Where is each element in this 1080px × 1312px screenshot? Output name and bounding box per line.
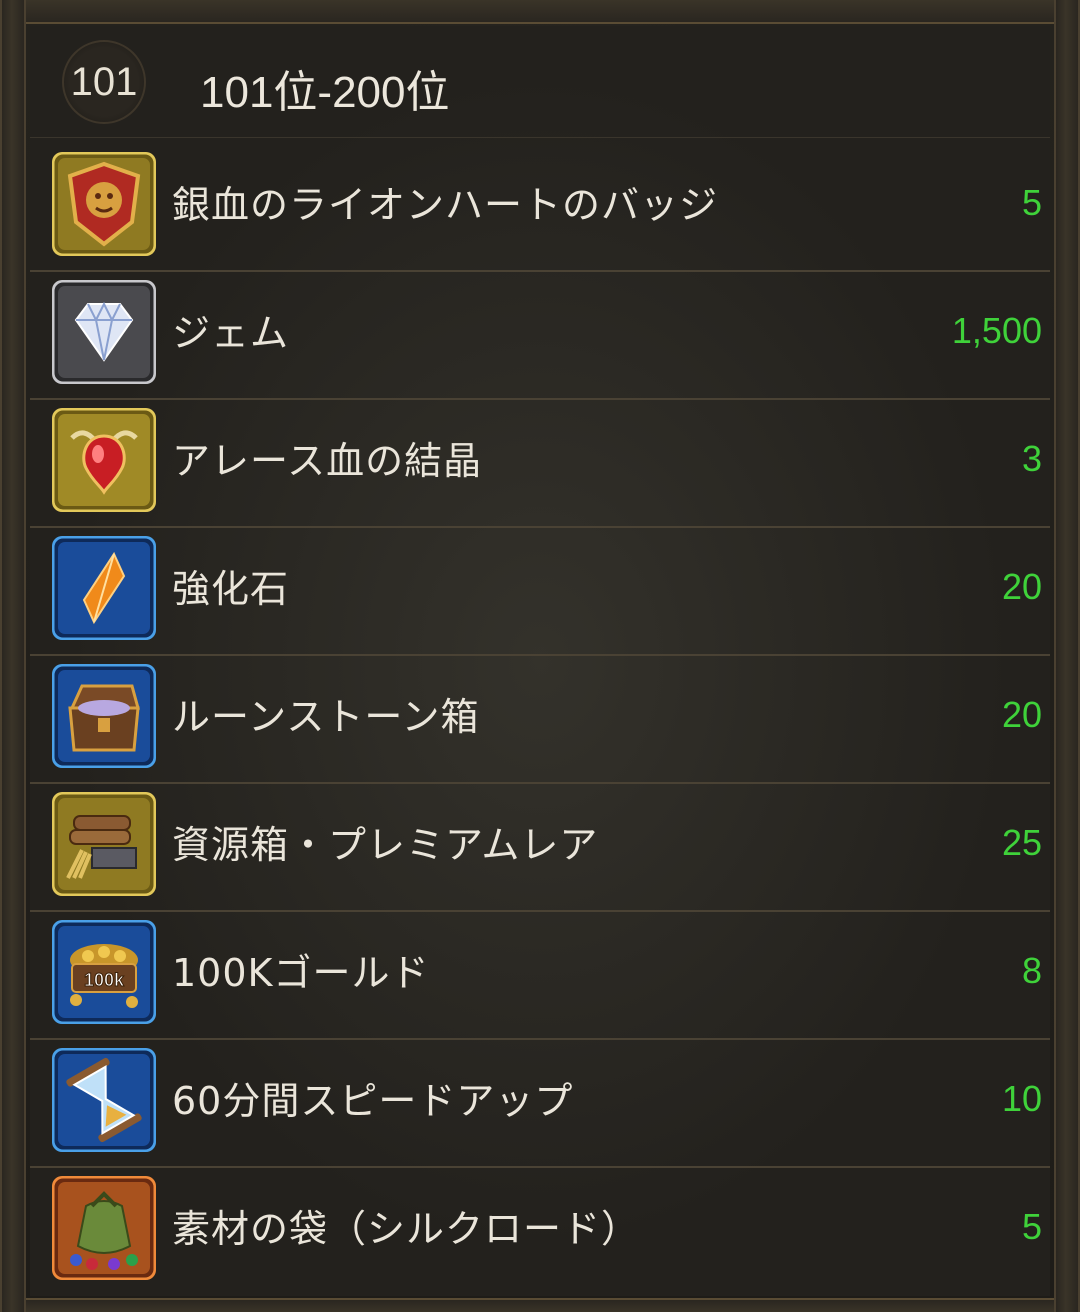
reward-quantity: 8 [1021,950,1042,991]
reward-row[interactable]: ジェム 1,500 [30,272,1050,400]
frame-border-left [0,0,26,1312]
reward-label: 強化石 [172,567,290,611]
reward-row[interactable]: アレース血の結晶 3 [30,400,1050,528]
reward-row[interactable]: 素材の袋（シルクロード） 5 [30,1168,1050,1296]
runestone-chest-icon[interactable] [52,664,156,768]
window-frame: 101 101位-200位 銀血のライオンハートのバッジ 5 ジェム 1,500… [0,0,1080,1312]
reward-quantity: 20 [1001,566,1042,607]
material-bag-icon[interactable] [52,1176,156,1280]
enhancement-stone-icon[interactable] [52,536,156,640]
reward-row[interactable]: 100k 100Kゴールド 8 [30,912,1050,1040]
reward-quantity: 5 [1021,1206,1042,1247]
reward-quantity: 10 [1001,1078,1042,1119]
frame-border-right [1054,0,1080,1312]
reward-label: 素材の袋（シルクロード） [172,1207,641,1251]
reward-quantity: 25 [1001,822,1042,863]
reward-row[interactable]: ルーンストーン箱 20 [30,656,1050,784]
reward-label: 100Kゴールド [172,951,430,995]
reward-row[interactable]: 資源箱・プレミアムレア 25 [30,784,1050,912]
reward-row[interactable]: 60分間スピードアップ 10 [30,1040,1050,1168]
blood-crystal-icon[interactable] [52,408,156,512]
reward-quantity: 20 [1001,694,1042,735]
lion-badge-icon[interactable] [52,152,156,256]
reward-label: ルーンストーン箱 [172,695,480,739]
frame-bottom-bar [26,1298,1054,1312]
reward-row[interactable]: 強化石 20 [30,528,1050,656]
frame-top-bar [26,0,1054,24]
rank-header: 101 101位-200位 [30,26,1050,138]
rank-badge: 101 [62,40,146,124]
hourglass-icon[interactable] [52,1048,156,1152]
reward-label: アレース血の結晶 [172,439,483,483]
reward-quantity: 3 [1021,438,1042,479]
reward-label: 資源箱・プレミアムレア [172,823,599,867]
reward-list: 銀血のライオンハートのバッジ 5 ジェム 1,500 アレース血の結晶 3 強化… [30,144,1050,1296]
gold-amount-tag: 100k [84,970,125,990]
reward-quantity: 1,500 [951,310,1042,351]
reward-row[interactable]: 銀血のライオンハートのバッジ 5 [30,144,1050,272]
reward-label: ジェム [172,311,290,355]
reward-panel: 101 101位-200位 銀血のライオンハートのバッジ 5 ジェム 1,500… [30,26,1050,1296]
reward-label: 銀血のライオンハートのバッジ [172,183,719,227]
reward-quantity: 5 [1021,182,1042,223]
gem-icon[interactable] [52,280,156,384]
rank-range-title: 101位-200位 [200,68,450,117]
reward-label: 60分間スピードアップ [172,1079,574,1123]
gold-pile-icon[interactable]: 100k [52,920,156,1024]
resource-box-icon[interactable] [52,792,156,896]
